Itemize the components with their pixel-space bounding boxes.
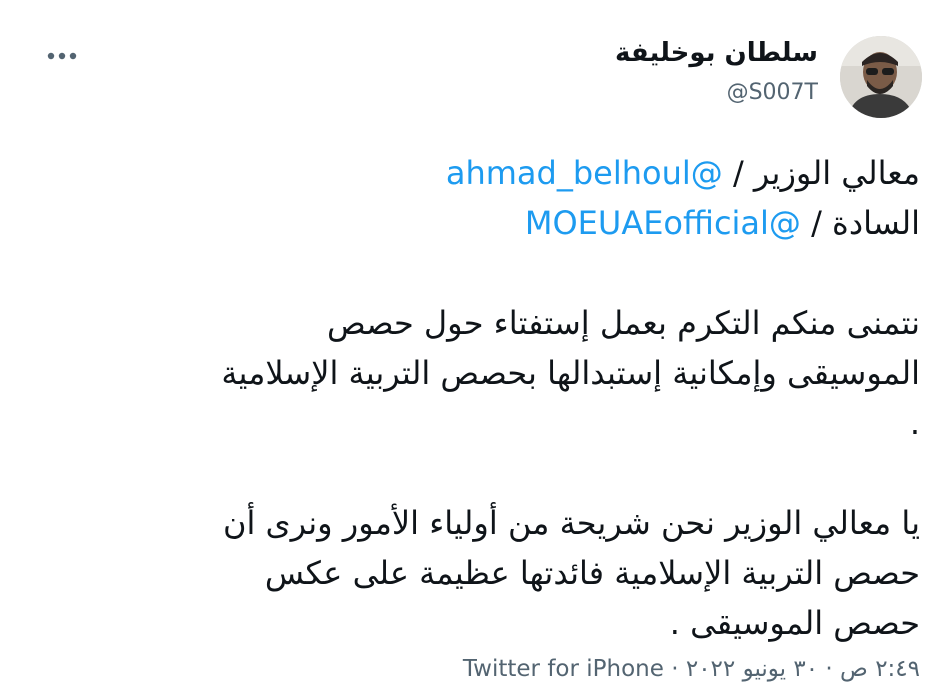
tweet-timestamp[interactable]: ٢:٤٩ ص · ٣٠ يونيو ٢٠٢٢ · [671,656,920,682]
mention-link[interactable]: @ahmad_belhoul [446,154,723,192]
tweet-header: سلطان بوخليفة @S007T [0,0,942,140]
tweet-text: معالي الوزير / @ahmad_belhoul السادة / @… [30,148,920,648]
more-options-button[interactable] [40,36,84,76]
separator: / [732,154,744,192]
tweet-line: حصص التربية الإسلامية فائدتها عظيمة على … [264,554,920,592]
tweet-text-segment: معالي الوزير [753,154,920,192]
mention-link[interactable]: @MOEUAEofficial [525,204,801,242]
tweet-line: حصص الموسيقى . [669,604,920,642]
author-name[interactable]: سلطان بوخليفة [615,38,818,68]
tweet-text-segment: السادة [832,204,920,242]
separator: / [811,204,822,242]
tweet-source-link[interactable]: Twitter for iPhone [463,656,664,682]
tweet-line: معالي الوزير / @ahmad_belhoul [30,148,920,198]
tweet-line: الموسيقى وإمكانية إستبدالها بحصص التربية… [221,354,920,392]
more-options-icon [47,52,77,60]
tweet-line: يا معالي الوزير نحن شريحة من أولياء الأم… [222,504,920,542]
tweet-metadata: ٢:٤٩ ص · ٣٠ يونيو ٢٠٢٢ · Twitter for iPh… [463,656,920,682]
author-handle[interactable]: @S007T [727,80,818,105]
tweet-line: . [909,404,920,442]
profile-photo-icon [840,36,922,118]
tweet-line: السادة / @MOEUAEofficial [30,198,920,248]
avatar[interactable] [840,36,922,118]
tweet-line: نتمنى منكم التكرم بعمل إستفتاء حول حصص [327,304,920,342]
